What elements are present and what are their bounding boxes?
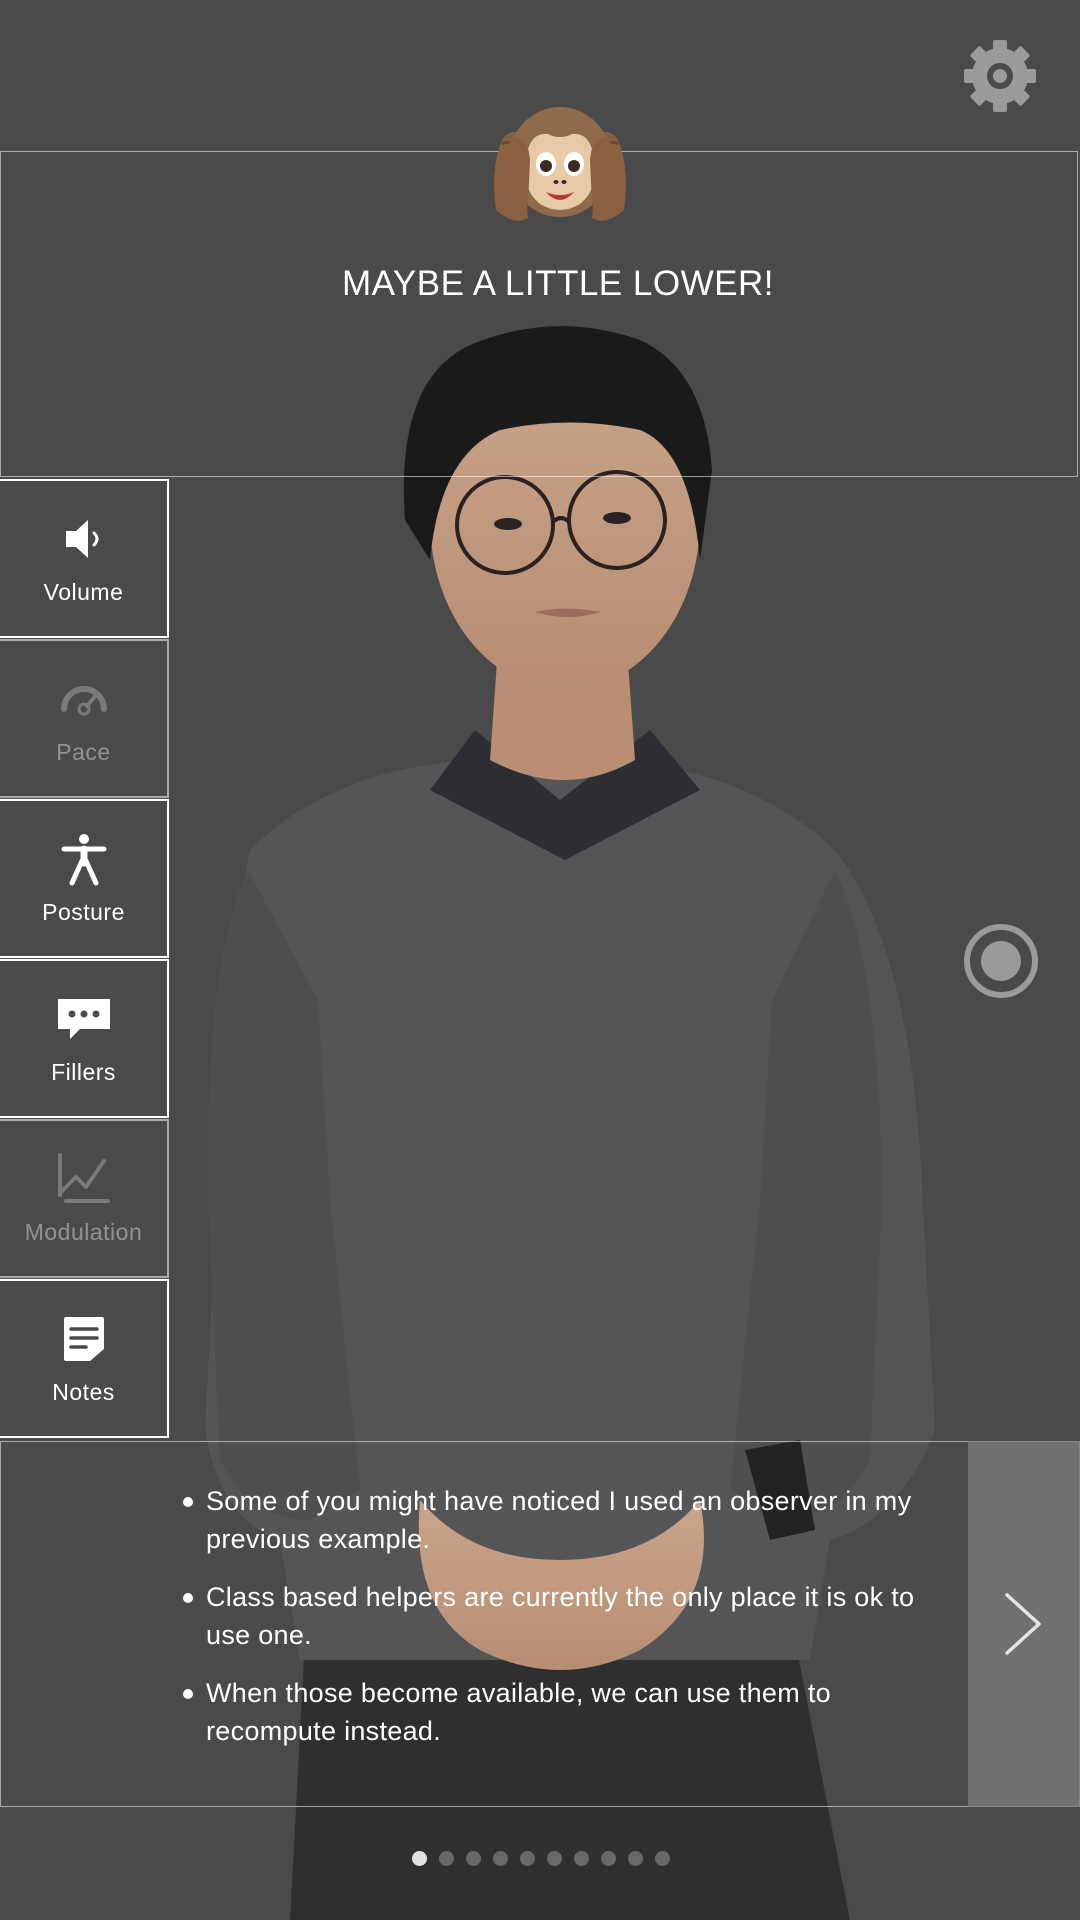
app-screen: MAYBE A LITTLE LOWER! Volume Pace Postur…: [0, 0, 1080, 1920]
page-dot-3[interactable]: [466, 1851, 481, 1866]
sidebar-item-volume[interactable]: Volume: [0, 479, 169, 638]
page-dot-2[interactable]: [439, 1851, 454, 1866]
speech-bubble-icon: [57, 999, 110, 1039]
speaker-icon: [65, 520, 98, 558]
notes-list: Some of you might have noticed I used an…: [183, 1482, 946, 1770]
sidebar-item-label: Fillers: [51, 1059, 116, 1085]
sidebar-item-modulation[interactable]: Modulation: [0, 1119, 169, 1278]
sidebar-item-label: Notes: [52, 1379, 115, 1405]
speaker-notes-panel: Some of you might have noticed I used an…: [0, 1441, 1080, 1807]
note-bullet: Some of you might have noticed I used an…: [183, 1482, 946, 1558]
speedometer-icon: [60, 686, 107, 716]
record-icon: [964, 924, 1038, 998]
sidebar-item-posture[interactable]: Posture: [0, 799, 169, 958]
sidebar-item-fillers[interactable]: Fillers: [0, 959, 169, 1118]
sidebar-item-pace[interactable]: Pace: [0, 639, 169, 798]
next-note-button[interactable]: [968, 1441, 1080, 1807]
page-dot-5[interactable]: [520, 1851, 535, 1866]
sidebar-item-label: Modulation: [24, 1219, 143, 1245]
sidebar-item-notes[interactable]: Notes: [0, 1279, 169, 1438]
note-bullet: Class based helpers are currently the on…: [183, 1578, 946, 1654]
note-icon: [63, 1317, 104, 1361]
sidebar-item-label: Posture: [42, 899, 125, 925]
gear-icon: [964, 40, 1036, 112]
person-icon: [61, 834, 106, 886]
page-dot-10[interactable]: [655, 1851, 670, 1866]
page-dot-6[interactable]: [547, 1851, 562, 1866]
page-dot-4[interactable]: [493, 1851, 508, 1866]
metrics-sidebar: Volume Pace Posture Fillers Modulation N…: [0, 479, 170, 1439]
hear-no-evil-monkey-icon: [494, 107, 626, 221]
page-indicator: [412, 1851, 670, 1866]
note-bullet: When those become available, we can use …: [183, 1674, 946, 1750]
page-dot-1[interactable]: [412, 1851, 427, 1866]
line-chart-icon: [57, 1153, 110, 1203]
page-dot-9[interactable]: [628, 1851, 643, 1866]
page-dot-7[interactable]: [574, 1851, 589, 1866]
sidebar-item-label: Volume: [43, 579, 124, 605]
sidebar-item-label: Pace: [56, 739, 111, 765]
chevron-right-icon: [1005, 1593, 1041, 1655]
feedback-message: MAYBE A LITTLE LOWER!: [342, 264, 774, 303]
page-dot-8[interactable]: [601, 1851, 616, 1866]
settings-button[interactable]: [960, 36, 1040, 116]
record-button[interactable]: [962, 922, 1040, 1000]
